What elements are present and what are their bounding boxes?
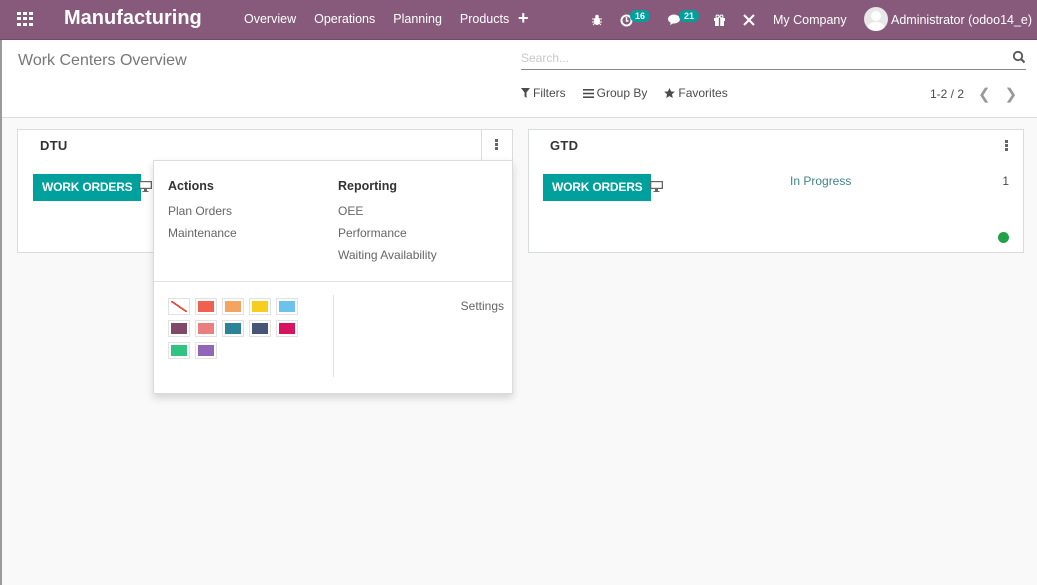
maintenance-link[interactable]: Maintenance bbox=[168, 226, 237, 240]
breadcrumb-title: Work Centers Overview bbox=[18, 52, 187, 69]
quick-create-plus-icon[interactable]: + bbox=[518, 8, 529, 29]
apps-menu-icon[interactable] bbox=[17, 12, 33, 26]
performance-link[interactable]: Performance bbox=[338, 226, 437, 240]
color-swatch[interactable] bbox=[276, 320, 298, 337]
workcenter-name: DTU bbox=[40, 138, 68, 153]
work-orders-button[interactable]: WORK ORDERS bbox=[33, 174, 142, 201]
monitor-icon[interactable] bbox=[650, 181, 663, 192]
reporting-section: Reporting OEE Performance Waiting Availa… bbox=[338, 179, 437, 270]
card-dropdown-menu: Actions Plan Orders Maintenance Reportin… bbox=[153, 160, 513, 394]
pager-value[interactable]: 1-2 / 2 bbox=[930, 87, 964, 101]
tools-icon[interactable] bbox=[743, 0, 755, 40]
control-panel: Work Centers Overview Filters Group By F… bbox=[2, 40, 1037, 118]
star-icon bbox=[664, 88, 676, 98]
pager: 1-2 / 2 ❮ ❯ bbox=[930, 85, 1017, 103]
search-icon[interactable] bbox=[1012, 50, 1026, 64]
background-window-edge bbox=[0, 40, 2, 585]
reporting-heading: Reporting bbox=[338, 179, 398, 193]
main-menu: Overview Operations Planning Products bbox=[244, 12, 527, 26]
work-orders-button[interactable]: WORK ORDERS bbox=[543, 174, 652, 201]
vertical-divider bbox=[333, 295, 334, 377]
activity-count-badge: 16 bbox=[630, 10, 651, 22]
filters-button[interactable]: Filters bbox=[521, 86, 566, 100]
menu-overview[interactable]: Overview bbox=[244, 12, 296, 26]
color-swatch[interactable] bbox=[168, 342, 190, 359]
color-swatch[interactable] bbox=[222, 298, 244, 315]
gift-icon[interactable] bbox=[713, 0, 726, 40]
oee-link[interactable]: OEE bbox=[338, 204, 437, 218]
debug-bug-icon[interactable] bbox=[591, 0, 603, 40]
groupby-button[interactable]: Group By bbox=[582, 86, 648, 100]
card-menu-toggle-icon[interactable] bbox=[495, 139, 499, 151]
dropdown-divider bbox=[154, 281, 512, 282]
color-swatch[interactable] bbox=[276, 298, 298, 315]
color-swatch[interactable] bbox=[195, 298, 217, 315]
color-swatch[interactable] bbox=[168, 320, 190, 337]
card-menu-toggle-icon[interactable] bbox=[1005, 140, 1009, 152]
activity-menu[interactable]: 16 bbox=[620, 0, 651, 40]
actions-heading: Actions bbox=[168, 179, 214, 193]
color-swatch[interactable] bbox=[249, 298, 271, 315]
color-swatch[interactable] bbox=[195, 342, 217, 359]
working-state-indicator bbox=[998, 232, 1009, 243]
menu-planning[interactable]: Planning bbox=[393, 12, 442, 26]
in-progress-count[interactable]: 1 bbox=[1002, 174, 1009, 188]
filter-icon bbox=[521, 88, 530, 98]
workcenter-name: GTD bbox=[550, 138, 579, 153]
menu-products[interactable]: Products bbox=[460, 12, 509, 26]
favorites-label: Favorites bbox=[678, 86, 728, 100]
bars-icon bbox=[582, 88, 594, 98]
workcenter-card-gtd[interactable]: GTD WORK ORDERS In Progress 1 bbox=[528, 129, 1024, 253]
menu-operations[interactable]: Operations bbox=[314, 12, 375, 26]
app-name[interactable]: Manufacturing bbox=[64, 7, 202, 30]
color-picker bbox=[168, 298, 298, 359]
monitor-icon[interactable] bbox=[139, 181, 152, 192]
color-swatch-none[interactable] bbox=[168, 298, 190, 315]
search-bar bbox=[521, 49, 1026, 70]
plan-orders-link[interactable]: Plan Orders bbox=[168, 204, 237, 218]
settings-link[interactable]: Settings bbox=[461, 299, 504, 313]
color-swatch[interactable] bbox=[249, 320, 271, 337]
user-menu[interactable]: Administrator (odoo14_e) bbox=[891, 0, 1032, 40]
messages-count-badge: 21 bbox=[679, 10, 700, 22]
color-swatch[interactable] bbox=[195, 320, 217, 337]
pager-previous-icon[interactable]: ❮ bbox=[978, 85, 991, 103]
messaging-menu[interactable]: 21 bbox=[668, 0, 700, 40]
user-avatar[interactable] bbox=[864, 7, 888, 31]
waiting-availability-link[interactable]: Waiting Availability bbox=[338, 248, 437, 262]
company-switcher[interactable]: My Company bbox=[773, 0, 847, 40]
search-options: Filters Group By Favorites bbox=[521, 86, 745, 100]
top-navbar: Manufacturing Overview Operations Planni… bbox=[0, 0, 1037, 40]
favorites-button[interactable]: Favorites bbox=[664, 86, 728, 100]
in-progress-link[interactable]: In Progress bbox=[790, 174, 851, 188]
filters-label: Filters bbox=[533, 86, 566, 100]
actions-section: Actions Plan Orders Maintenance bbox=[168, 179, 237, 248]
groupby-label: Group By bbox=[596, 86, 648, 100]
color-swatch[interactable] bbox=[222, 320, 244, 337]
search-input[interactable] bbox=[521, 51, 1001, 65]
pager-next-icon[interactable]: ❯ bbox=[1005, 85, 1018, 103]
